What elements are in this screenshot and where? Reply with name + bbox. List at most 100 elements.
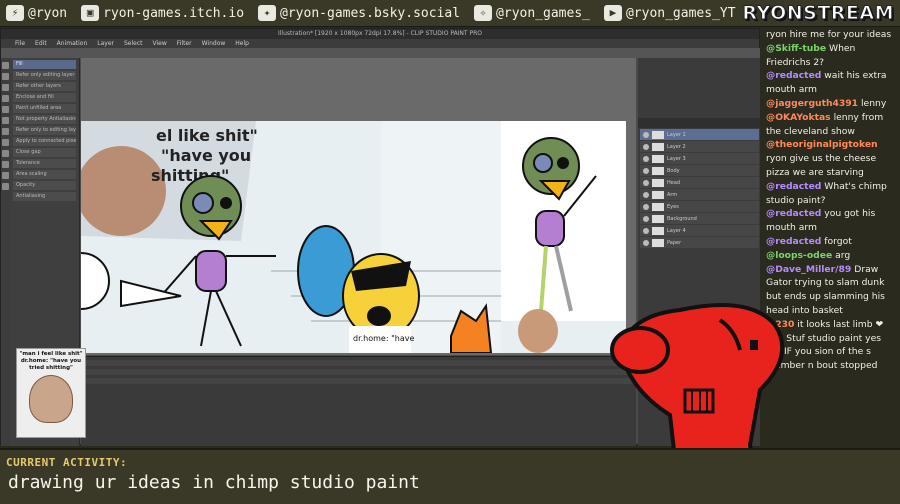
eye-icon[interactable]: [643, 155, 649, 162]
menu-help[interactable]: Help: [235, 39, 249, 48]
layer-thumbnail: [652, 178, 664, 187]
eye-icon[interactable]: [643, 227, 649, 234]
layer-row[interactable]: Head: [640, 177, 759, 188]
subtool-item[interactable]: Tolerance: [13, 159, 76, 168]
subtool-item[interactable]: Not property Antialiasing: [13, 115, 76, 124]
drawing-canvas[interactable]: el like shit" "have you shitting" dr.hom…: [81, 121, 626, 353]
subtool-item[interactable]: Paint unfilled area: [13, 104, 76, 113]
subtool-item[interactable]: Refer only to editing layer: [13, 126, 76, 135]
layer-row[interactable]: Body: [640, 165, 759, 176]
layer-row[interactable]: Paper: [640, 237, 759, 248]
timeline-row[interactable]: [85, 378, 632, 384]
eye-icon[interactable]: [643, 215, 649, 222]
activity-text: drawing ur ideas in chimp studio paint: [8, 472, 420, 493]
chat-message: ryon hire me for your ideas: [766, 28, 896, 42]
subtool-item[interactable]: Opacity: [13, 181, 76, 190]
itchio-icon: ▣: [81, 5, 100, 21]
subtool-item[interactable]: Enclose and fill: [13, 93, 76, 102]
menu-view[interactable]: View: [153, 39, 167, 48]
layer-thumbnail: [652, 190, 664, 199]
menu-file[interactable]: File: [15, 39, 25, 48]
eye-icon[interactable]: [643, 143, 649, 150]
menu-edit[interactable]: Edit: [35, 39, 47, 48]
subtool-item[interactable]: Antialiasing: [13, 192, 76, 201]
subtool-item[interactable]: Refer only editing layer: [13, 71, 76, 80]
chat-text: ryon give us the cheese pizza we are sta…: [766, 153, 877, 178]
layer-row[interactable]: Background: [640, 213, 759, 224]
menu-select[interactable]: Select: [124, 39, 143, 48]
tool-button[interactable]: [2, 139, 9, 146]
tool-button[interactable]: [2, 161, 9, 168]
layer-row[interactable]: Arm: [640, 189, 759, 200]
social-bar: ⚡ @ryon ▣ ryon-games.itch.io ✦ @ryon-games.…: [0, 0, 900, 27]
layer-thumbnail: [652, 130, 664, 139]
chat-username[interactable]: @jaggerguth4391: [766, 98, 858, 109]
reference-face-image: [29, 375, 73, 423]
social-itch: ▣ ryon-games.itch.io: [81, 5, 244, 21]
tool-button[interactable]: [2, 62, 9, 69]
activity-label: CURRENT ACTIVITY:: [6, 456, 128, 469]
app-title: Illustration* [1920 x 1080px 72dpi 17.8%…: [1, 29, 759, 39]
chat-username[interactable]: @redacted: [766, 70, 821, 81]
eye-icon[interactable]: [643, 191, 649, 198]
subtool-item[interactable]: Fill: [13, 60, 76, 69]
tool-button[interactable]: [2, 128, 9, 135]
tool-button[interactable]: [2, 183, 9, 190]
tool-button[interactable]: [2, 73, 9, 80]
chat-username[interactable]: @OKAYoktas: [766, 112, 831, 123]
chat-username[interactable]: @redacted: [766, 236, 821, 247]
eye-icon[interactable]: [643, 131, 649, 138]
svg-text:"have you: "have you: [161, 146, 251, 165]
activity-bar: CURRENT ACTIVITY: drawing ur ideas in ch…: [0, 448, 900, 504]
chat-username[interactable]: @loops-odee: [766, 250, 832, 261]
eye-icon[interactable]: [643, 239, 649, 246]
tool-button[interactable]: [2, 172, 9, 179]
menu-animation[interactable]: Animation: [57, 39, 88, 48]
eye-icon[interactable]: [643, 167, 649, 174]
layer-thumbnail: [652, 166, 664, 175]
tool-button[interactable]: [2, 117, 9, 124]
tool-button[interactable]: [2, 95, 9, 102]
layer-row[interactable]: Layer 3: [640, 153, 759, 164]
youtube-icon: ▶: [603, 5, 622, 21]
subtool-item[interactable]: Area scaling: [13, 170, 76, 179]
subtool-item[interactable]: Close gap: [13, 148, 76, 157]
subtool-item[interactable]: Apply to connected pixels only: [13, 137, 76, 146]
menu-filter[interactable]: Filter: [177, 39, 192, 48]
social-ryon: ⚡ @ryon: [6, 5, 67, 21]
chat-username[interactable]: @redacted: [766, 208, 821, 219]
chat-message: @loops-odee arg: [766, 249, 896, 263]
chat-username[interactable]: @redacted: [766, 181, 821, 192]
reference-caption: "man i feel like shit" dr.home: "have yo…: [19, 351, 83, 371]
tool-button[interactable]: [2, 106, 9, 113]
layer-row[interactable]: Layer 4: [640, 225, 759, 236]
chat-username[interactable]: @Dave_Miller/89: [766, 264, 851, 275]
chat-message: @redacted What's chimp studio paint?: [766, 180, 896, 208]
layer-panel-tabs[interactable]: [638, 118, 761, 128]
tool-button[interactable]: [2, 150, 9, 157]
chat-username[interactable]: @Skiff-tube: [766, 43, 826, 54]
subtool-item[interactable]: Refer other layers: [13, 82, 76, 91]
layer-thumbnail: [652, 226, 664, 235]
layer-thumbnail: [652, 202, 664, 211]
layer-thumbnail: [652, 238, 664, 247]
timeline-row[interactable]: [85, 369, 632, 375]
canvas-area[interactable]: el like shit" "have you shitting" dr.hom…: [81, 58, 636, 355]
layer-row[interactable]: Eyes: [640, 201, 759, 212]
menu-window[interactable]: Window: [202, 39, 226, 48]
layer-thumbnail: [652, 142, 664, 151]
menu-layer[interactable]: Layer: [97, 39, 114, 48]
chat-message: @jaggerguth4391 lenny: [766, 97, 896, 111]
chat-text: forgot: [824, 235, 852, 247]
layer-row[interactable]: Layer 2: [640, 141, 759, 152]
layer-row[interactable]: Layer 1: [640, 129, 759, 140]
chat-username[interactable]: @theoriginalpigtoken: [766, 139, 878, 150]
chat-message: @redacted forgot: [766, 235, 896, 249]
tool-button[interactable]: [2, 84, 9, 91]
eye-icon[interactable]: [643, 203, 649, 210]
eye-icon[interactable]: [643, 179, 649, 186]
lightning-icon: ⚡: [6, 5, 24, 21]
layer-thumbnail: [652, 214, 664, 223]
timeline-row[interactable]: [85, 360, 632, 366]
social-bluesky: ✦ @ryon-games.bsky.social: [258, 5, 460, 21]
